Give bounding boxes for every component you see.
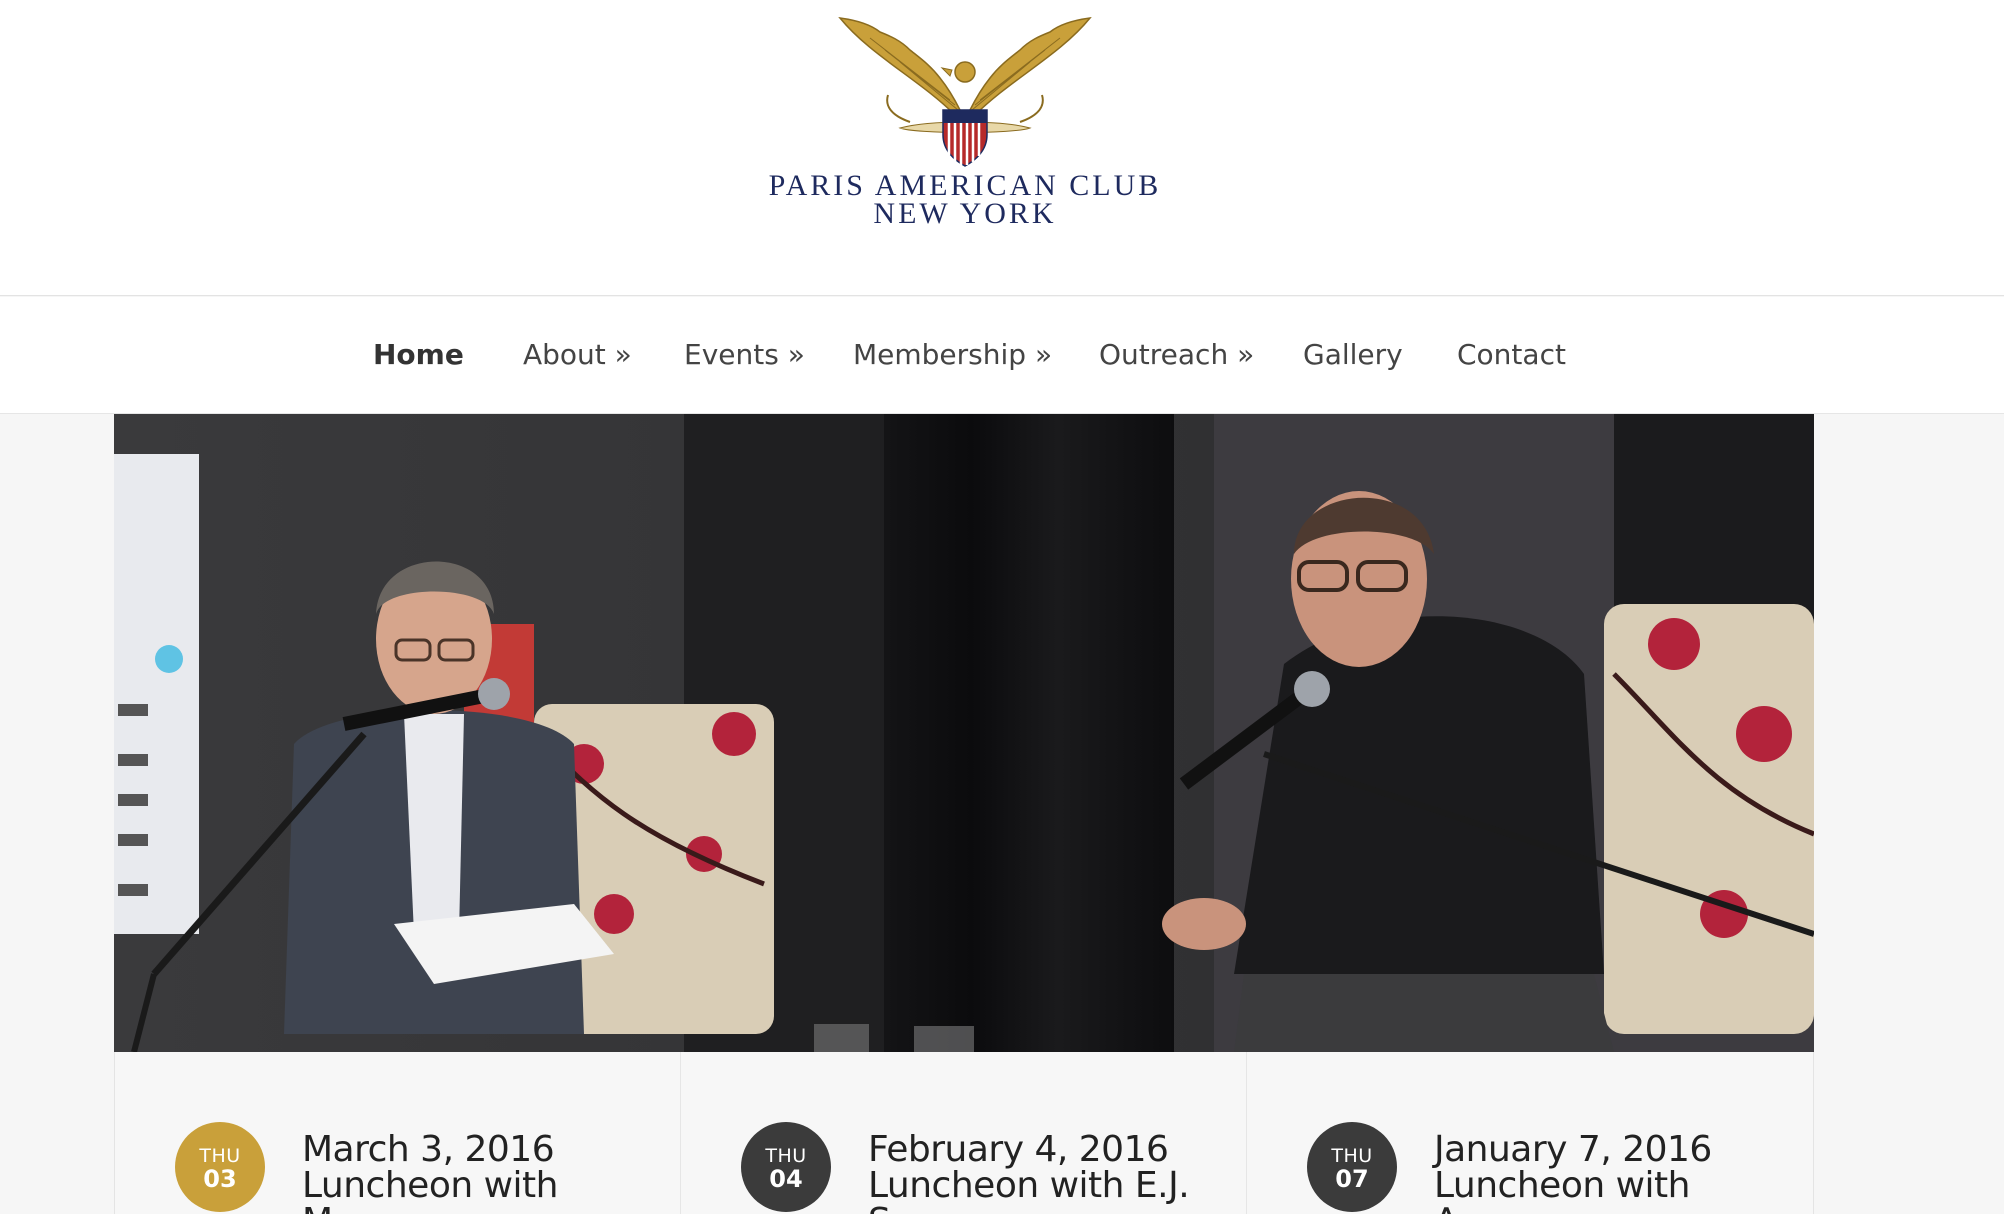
badge-day: 07	[1335, 1165, 1369, 1193]
site-header: PARIS AMERICAN CLUB NEW YORK	[0, 0, 2004, 296]
event-title-line: Luncheon with	[1434, 1165, 1690, 1206]
event-date-badge: THU 04	[741, 1122, 831, 1212]
nav-item-events[interactable]: Events »	[684, 335, 805, 375]
nav-item-home[interactable]: Home	[373, 335, 464, 375]
badge-day: 03	[203, 1165, 237, 1193]
event-card[interactable]: THU 04 February 4, 2016 Luncheon with E.…	[681, 1052, 1247, 1214]
nav-item-contact[interactable]: Contact	[1457, 335, 1566, 375]
logo-line2: NEW YORK	[873, 197, 1056, 225]
event-date: March 3, 2016	[302, 1129, 555, 1170]
event-title[interactable]: March 3, 2016 Luncheon with M	[302, 1132, 672, 1214]
main-nav: Home About » Events » Membership » Outre…	[0, 297, 2004, 414]
event-date: January 7, 2016	[1434, 1129, 1712, 1170]
events-list: THU 03 March 3, 2016 Luncheon with M THU…	[114, 1052, 1814, 1214]
event-title[interactable]: February 4, 2016 Luncheon with E.J. S	[868, 1132, 1238, 1214]
site-logo[interactable]: PARIS AMERICAN CLUB NEW YORK	[760, 10, 1170, 225]
event-title-line: Luncheon with E.J.	[868, 1165, 1190, 1206]
badge-weekday: THU	[199, 1145, 241, 1167]
event-card[interactable]: THU 03 March 3, 2016 Luncheon with M	[115, 1052, 681, 1214]
nav-item-about[interactable]: About »	[523, 335, 632, 375]
event-photo-image	[114, 414, 1814, 1052]
hero-photo	[114, 414, 1814, 1052]
event-title-line: Luncheon with	[302, 1165, 558, 1206]
event-date-badge: THU 03	[175, 1122, 265, 1212]
nav-item-outreach[interactable]: Outreach »	[1099, 335, 1254, 375]
event-date-badge: THU 07	[1307, 1122, 1397, 1212]
nav-item-membership[interactable]: Membership »	[853, 335, 1052, 375]
eagle-logo-icon: PARIS AMERICAN CLUB NEW YORK	[769, 17, 1158, 225]
badge-day: 04	[769, 1165, 803, 1193]
nav-item-gallery[interactable]: Gallery	[1303, 335, 1403, 375]
event-title[interactable]: January 7, 2016 Luncheon with A	[1434, 1132, 1804, 1214]
event-date: February 4, 2016	[868, 1129, 1169, 1170]
badge-weekday: THU	[765, 1145, 807, 1167]
event-card[interactable]: THU 07 January 7, 2016 Luncheon with A	[1247, 1052, 1813, 1214]
badge-weekday: THU	[1331, 1145, 1373, 1167]
